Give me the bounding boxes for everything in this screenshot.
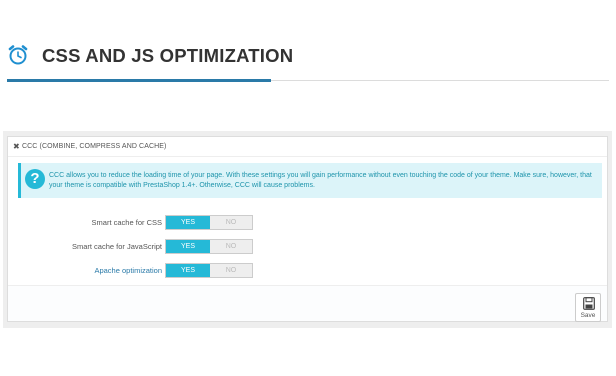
css-cache-toggle[interactable]: YES NO [165,215,253,230]
save-button[interactable]: Save [575,293,601,322]
panel-footer: Save [8,285,607,322]
alarm-clock-icon [8,45,28,65]
page-title: CSS AND JS OPTIMIZATION [42,45,294,66]
panel-heading: ✖ CCC (COMBINE, COMPRESS AND CACHE) [8,137,607,157]
setting-row-css-cache: Smart cache for CSS YES NO [8,215,607,231]
setting-label-help[interactable]: Apache optimization [94,266,162,275]
apache-optimization-toggle[interactable]: YES NO [165,263,253,278]
shrink-arrows-icon: ✖ [13,142,20,151]
panel-wrapper: ✖ CCC (COMBINE, COMPRESS AND CACHE) ? CC… [3,131,612,328]
setting-row-js-cache: Smart cache for JavaScript YES NO [8,239,607,255]
ccc-panel: ✖ CCC (COMBINE, COMPRESS AND CACHE) ? CC… [7,136,608,322]
panel-heading-text: CCC (COMBINE, COMPRESS AND CACHE) [22,143,167,150]
toggle-yes-option[interactable]: YES [166,240,210,253]
header-accent-underline [7,79,271,82]
js-cache-toggle[interactable]: YES NO [165,239,253,254]
save-button-label: Save [580,312,596,319]
setting-row-apache-optimization: Apache optimization YES NO [8,263,607,279]
setting-label: Smart cache for CSS [91,218,162,227]
page-header: CSS AND JS OPTIMIZATION [7,38,609,84]
toggle-yes-option[interactable]: YES [166,264,210,277]
toggle-no-option[interactable]: NO [210,216,252,229]
setting-label: Smart cache for JavaScript [71,242,162,251]
toggle-no-option[interactable]: NO [210,264,252,277]
info-alert: ? CCC allows you to reduce the loading t… [18,163,602,198]
floppy-disk-icon [583,297,595,310]
question-circle-icon: ? [25,169,45,189]
toggle-no-option[interactable]: NO [210,240,252,253]
toggle-yes-option[interactable]: YES [166,216,210,229]
alert-text: CCC allows you to reduce the loading tim… [49,172,592,189]
